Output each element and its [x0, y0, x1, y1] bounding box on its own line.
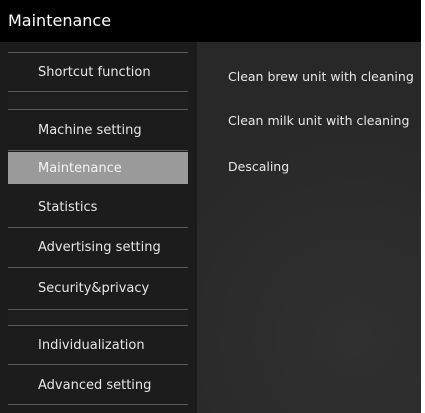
sidebar-item-label: Machine setting [38, 122, 142, 138]
page-title: Maintenance [0, 0, 421, 42]
clean-milk-unit-option[interactable]: Clean milk unit with cleaning [228, 113, 409, 128]
descaling-option[interactable]: Descaling [228, 159, 289, 174]
sidebar-item-shortcut-function[interactable]: Shortcut function [8, 52, 188, 92]
main-panel: Clean brew unit with cleaning Clean milk… [197, 42, 421, 413]
sidebar-item-label: Statistics [38, 200, 98, 215]
sidebar: Shortcut function Machine setting Mainte… [0, 42, 197, 413]
sidebar-item-label: Security&privacy [38, 281, 150, 296]
app-window: Maintenance Shortcut function Machine se… [0, 0, 421, 413]
sidebar-item-advertising-setting[interactable]: Advertising setting [8, 228, 188, 268]
sidebar-item-advanced-setting[interactable]: Advanced setting [8, 366, 188, 405]
section-divider [8, 93, 188, 109]
sidebar-item-label: Advertising setting [38, 240, 161, 255]
sidebar-item-machine-setting[interactable]: Machine setting [8, 109, 188, 151]
sidebar-item-statistics[interactable]: Statistics [8, 188, 188, 228]
section-divider [8, 311, 188, 325]
sidebar-item-label: Advanced setting [38, 377, 152, 393]
sidebar-item-individualization[interactable]: Individualization [8, 325, 188, 365]
clean-brew-unit-option[interactable]: Clean brew unit with cleaning [228, 69, 414, 84]
sidebar-item-label: Shortcut function [38, 64, 151, 80]
sidebar-item-security-privacy[interactable]: Security&privacy [8, 268, 188, 310]
sidebar-item-label: Individualization [38, 337, 145, 353]
sidebar-item-maintenance[interactable]: Maintenance [8, 152, 188, 184]
sidebar-item-label: Maintenance [38, 160, 122, 176]
